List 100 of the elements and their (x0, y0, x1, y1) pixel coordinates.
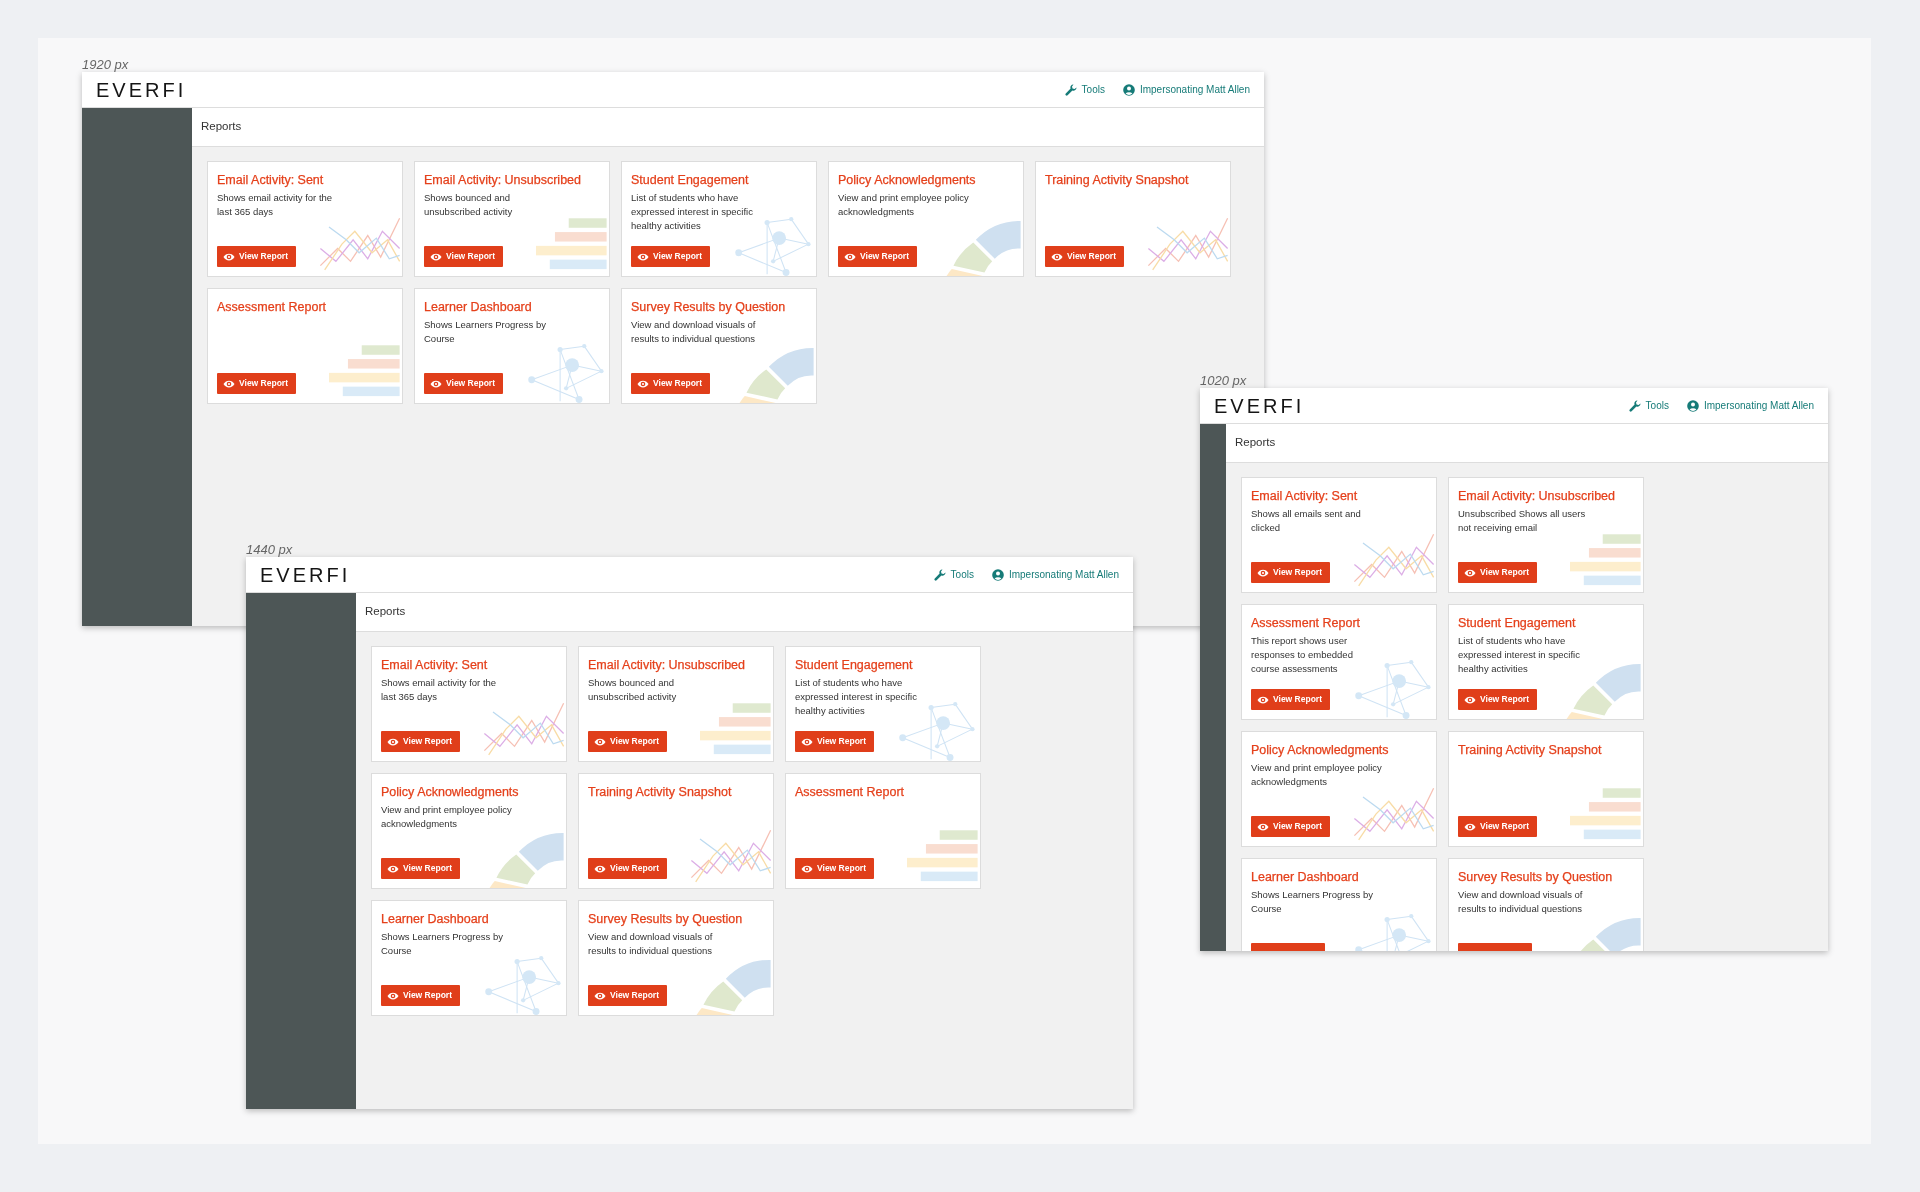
width-label: 1440 px (246, 541, 293, 559)
user-link[interactable]: Impersonating Matt Allen (1122, 82, 1250, 97)
card-title: Survey Results by Question (1458, 870, 1613, 885)
card-description: Shows bounced and unsubscribed activity (588, 676, 678, 704)
eye-icon (637, 378, 649, 389)
eye-icon (801, 863, 813, 874)
eye-icon (387, 736, 399, 747)
view-report-button[interactable]: View Report (381, 985, 460, 1006)
card-description: View and print employee policy acknowledgments (1251, 761, 1383, 789)
eye-icon (1464, 567, 1476, 578)
view-report-button[interactable]: View Report (1251, 689, 1330, 710)
page-title: Reports (1235, 435, 1276, 451)
card-description: Shows email activity for the last 365 days (381, 676, 498, 704)
card-title: Student Engagement (631, 173, 749, 188)
card-description: This report shows user responses to embedded course assessments (1251, 634, 1354, 676)
eye-icon (801, 736, 813, 747)
eye-icon (1051, 251, 1063, 262)
eye-icon (594, 736, 606, 747)
view-report-button[interactable]: View Report (424, 373, 503, 394)
wrench-icon (1628, 399, 1641, 412)
user-link[interactable]: Impersonating Matt Allen (1686, 398, 1814, 413)
page-title: Reports (201, 119, 242, 135)
eye-icon (387, 863, 399, 874)
logo: EVERFI (1214, 395, 1305, 416)
tools-link[interactable]: Tools (933, 567, 974, 582)
view-report-button[interactable]: View Report (1251, 562, 1330, 583)
view-report-button[interactable]: View Report (631, 373, 710, 394)
card-title: Training Activity Snapshot (588, 785, 732, 800)
card-title: Assessment Report (217, 300, 327, 315)
card-description: Shows Learners Progress by Course (381, 930, 504, 958)
user-icon (991, 568, 1004, 581)
card-title: Training Activity Snapshot (1045, 173, 1189, 188)
card-title: Email Activity: Unsubscribed (424, 173, 581, 188)
view-report-button[interactable]: View Report (795, 731, 874, 752)
eye-icon (223, 378, 235, 389)
view-report-button[interactable]: View Report (1458, 562, 1537, 583)
eye-icon (1257, 567, 1269, 578)
card-title: Learner Dashboard (424, 300, 532, 315)
view-report-button[interactable]: View Report (1045, 246, 1124, 267)
card-description: View and print employee policy acknowledgments (838, 191, 970, 219)
view-report-button[interactable]: View Report (424, 246, 503, 267)
card-title: Email Activity: Sent (1251, 489, 1358, 504)
user-link[interactable]: Impersonating Matt Allen (991, 567, 1119, 582)
user-icon (1122, 83, 1135, 96)
card-description: Unsubscribed Shows all users not receiving email (1458, 507, 1587, 535)
card-description: Shows email activity for the last 365 days (217, 191, 334, 219)
eye-icon (637, 251, 649, 262)
card-title: Training Activity Snapshot (1458, 743, 1602, 758)
view-report-button[interactable]: View Report (217, 373, 296, 394)
card-description: View and download visuals of results to individual questions (588, 930, 714, 958)
card-title: Learner Dashboard (381, 912, 489, 927)
card-description: Shows Learners Progress by Course (424, 318, 547, 346)
view-report-button[interactable]: View Report (795, 858, 874, 879)
tools-link[interactable]: Tools (1628, 398, 1669, 413)
width-label: 1020 px (1200, 372, 1247, 390)
card-title: Learner Dashboard (1251, 870, 1359, 885)
card-title: Email Activity: Unsubscribed (1458, 489, 1615, 504)
view-report-button[interactable]: View Report (588, 985, 667, 1006)
width-label: 1920 px (82, 56, 129, 74)
view-report-button[interactable]: View Report (381, 731, 460, 752)
card-title: Assessment Report (795, 785, 905, 800)
view-report-button[interactable]: View Report (1251, 816, 1330, 837)
card-title: Policy Acknowledgments (1251, 743, 1389, 758)
card-title: Student Engagement (795, 658, 913, 673)
card-description: List of students who have expressed interest in specific healthy activities (795, 676, 918, 718)
tools-link[interactable]: Tools (1064, 82, 1105, 97)
card-description: List of students who have expressed interest in specific healthy activities (631, 191, 754, 233)
view-report-button[interactable]: View Report (588, 858, 667, 879)
eye-icon (1257, 694, 1269, 705)
eye-icon (1464, 694, 1476, 705)
eye-icon (1464, 821, 1476, 832)
view-report-button[interactable]: View Report (217, 246, 296, 267)
card-title: Policy Acknowledgments (838, 173, 976, 188)
wrench-icon (933, 568, 946, 581)
card-title: Email Activity: Sent (381, 658, 488, 673)
card-description: View and download visuals of results to individual questions (1458, 888, 1584, 916)
logo: EVERFI (260, 564, 351, 585)
card-title: Policy Acknowledgments (381, 785, 519, 800)
view-report-button[interactable]: View Report (838, 246, 917, 267)
card-description: Shows bounced and unsubscribed activity (424, 191, 514, 219)
view-report-button[interactable]: View Report (631, 246, 710, 267)
eye-icon (430, 378, 442, 389)
card-description: View and download visuals of results to individual questions (631, 318, 757, 346)
view-report-button[interactable]: View Report (1458, 816, 1537, 837)
card-title: Assessment Report (1251, 616, 1361, 631)
card-title: Email Activity: Unsubscribed (588, 658, 745, 673)
card-description: View and print employee policy acknowledgments (381, 803, 513, 831)
eye-icon (223, 251, 235, 262)
page-title: Reports (365, 604, 406, 620)
view-report-button[interactable]: View Report (1458, 689, 1537, 710)
eye-icon (844, 251, 856, 262)
card-title: Student Engagement (1458, 616, 1576, 631)
eye-icon (1257, 821, 1269, 832)
card-title: Email Activity: Sent (217, 173, 324, 188)
eye-icon (594, 990, 606, 1001)
view-report-button[interactable]: View Report (381, 858, 460, 879)
view-report-button[interactable]: View Report (588, 731, 667, 752)
card-title: Survey Results by Question (588, 912, 743, 927)
wrench-icon (1064, 83, 1077, 96)
card-description: List of students who have expressed interest in specific healthy activities (1458, 634, 1581, 676)
